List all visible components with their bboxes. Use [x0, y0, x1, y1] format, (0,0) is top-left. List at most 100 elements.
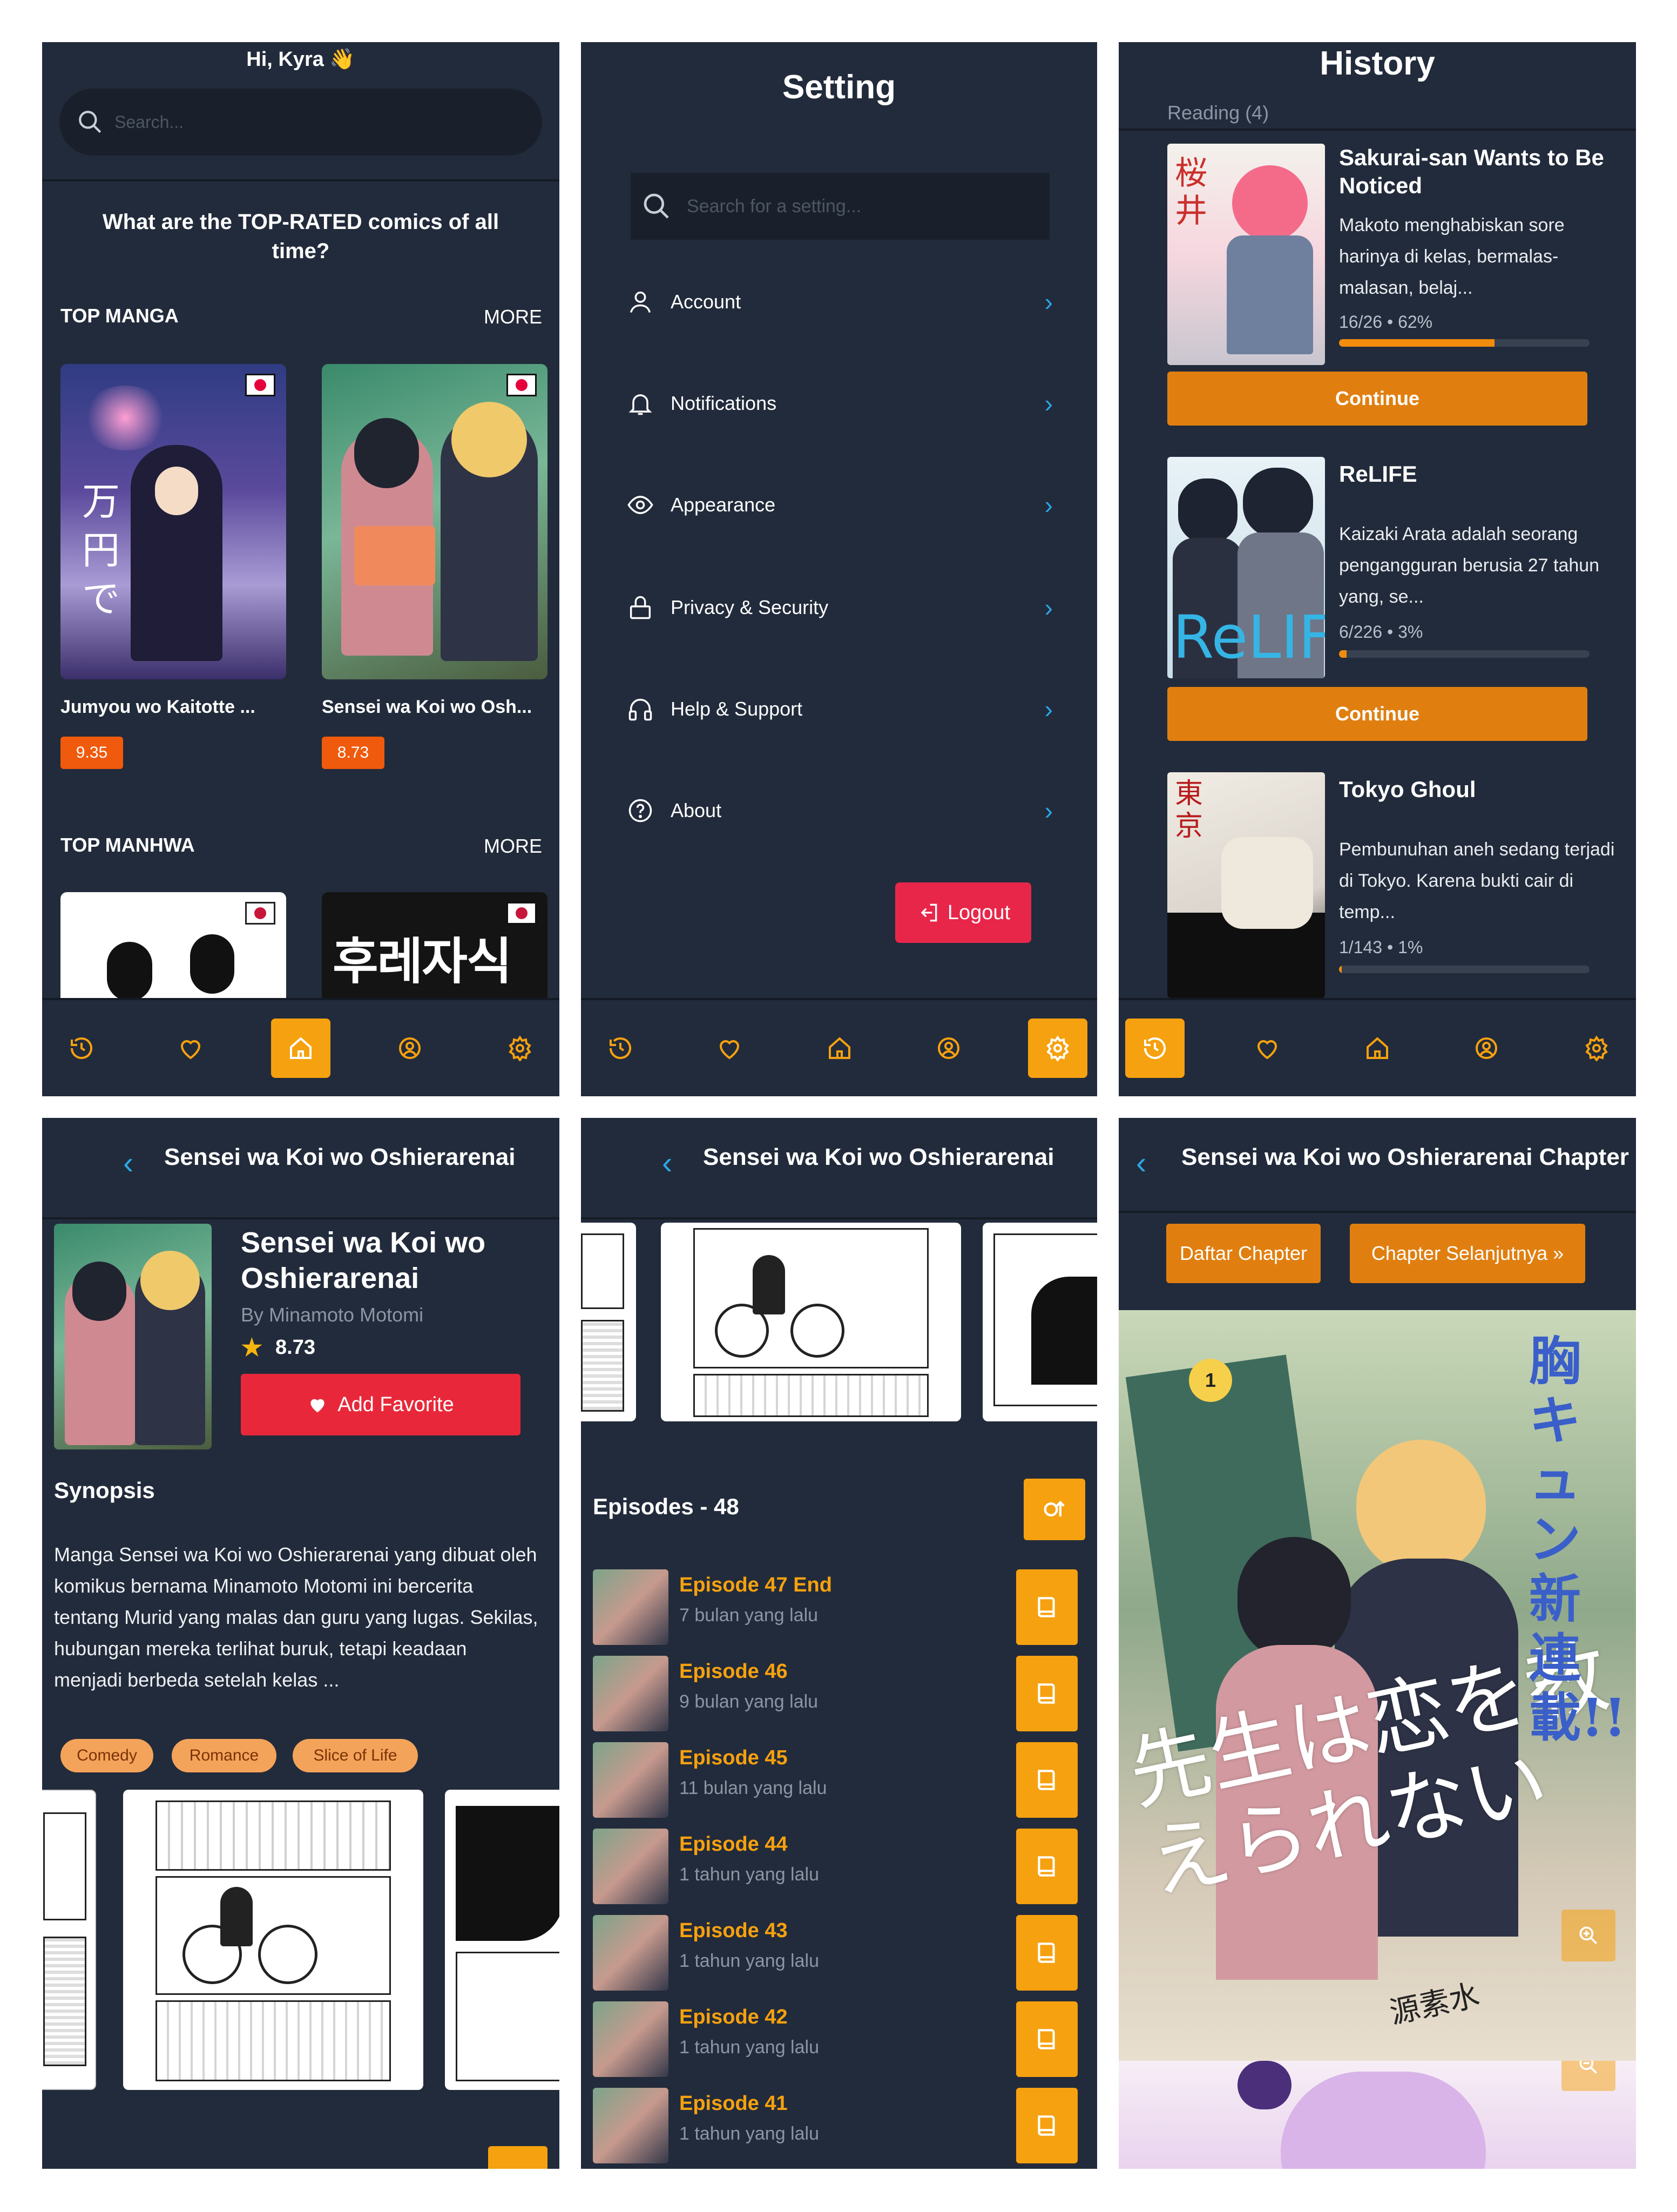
read-button[interactable]: [1016, 1742, 1078, 1818]
episode-row[interactable]: Episode 42 1 tahun yang lalu: [593, 2001, 1090, 2077]
read-button[interactable]: [1016, 1656, 1078, 1731]
read-button[interactable]: [1016, 2088, 1078, 2163]
zoom-out-button[interactable]: [1561, 2061, 1615, 2091]
detail-cover: [54, 1224, 212, 1449]
top-bar: ‹ Sensei wa Koi wo Oshierarenai: [581, 1118, 1097, 1219]
back-arrow-icon[interactable]: ‹: [662, 1145, 672, 1181]
progress-bar-3: [1339, 966, 1590, 973]
settings-search-input[interactable]: Search for a setting...: [687, 196, 861, 217]
episode-row[interactable]: Episode 45 11 bulan yang lalu: [593, 1742, 1090, 1818]
header-title: Sensei wa Koi wo Oshierarenai: [164, 1144, 516, 1170]
profile-icon[interactable]: [1457, 1019, 1516, 1078]
history-icon[interactable]: [591, 1019, 650, 1078]
genre-tag-comedy[interactable]: Comedy: [60, 1739, 153, 1772]
episode-row[interactable]: Episode 41 1 tahun yang lalu: [593, 2088, 1090, 2163]
settings-search[interactable]: Search for a setting...: [631, 173, 1050, 240]
history-icon[interactable]: [1125, 1019, 1185, 1078]
sort-button[interactable]: [1024, 1479, 1085, 1540]
headline: What are the TOP-RATED comics of all tim…: [102, 210, 499, 263]
manhwa-cover-text: 후레자식: [333, 933, 512, 990]
settings-screen: Setting Search for a setting... Account ›…: [581, 42, 1097, 1096]
zoom-in-button[interactable]: [1561, 1910, 1615, 1961]
chapter-list-button[interactable]: Daftar Chapter: [1166, 1224, 1321, 1283]
manga-title-1[interactable]: Jumyou wo Kaitotte ...: [60, 697, 286, 718]
profile-icon[interactable]: [380, 1019, 439, 1078]
user-icon: [630, 291, 651, 313]
setting-appearance[interactable]: Appearance ›: [626, 481, 1053, 529]
manga-cover-1[interactable]: 万円で: [60, 364, 286, 679]
read-button[interactable]: [1016, 1569, 1078, 1645]
heart-icon[interactable]: [700, 1019, 759, 1078]
preview-page-prev[interactable]: [581, 1223, 636, 1421]
home-icon[interactable]: [271, 1019, 330, 1078]
back-arrow-icon[interactable]: ‹: [123, 1145, 133, 1181]
preview-page-current[interactable]: [123, 1790, 423, 2090]
more-link-manhwa[interactable]: MORE: [484, 835, 542, 858]
history-desc-1: Makoto menghabiskan sore harinya di kela…: [1339, 215, 1565, 298]
search-icon: [79, 111, 102, 133]
chevron-right-icon: ›: [1044, 594, 1053, 622]
scroll-top-button[interactable]: [488, 2146, 547, 2169]
episode-thumbnail: [593, 1742, 668, 1818]
progress-bar-2: [1339, 650, 1590, 658]
manga-cover-2[interactable]: [322, 364, 547, 679]
chevron-right-icon: ›: [1044, 288, 1053, 316]
greeting: Hi, Kyra 👋: [246, 48, 355, 71]
preview-page-next[interactable]: [445, 1790, 559, 2090]
episode-row[interactable]: Episode 46 9 bulan yang lalu: [593, 1656, 1090, 1731]
read-button[interactable]: [1016, 2001, 1078, 2077]
heart-icon[interactable]: [161, 1019, 220, 1078]
page-title: Setting: [782, 69, 896, 106]
add-favorite-button[interactable]: Add Favorite: [241, 1374, 520, 1435]
profile-icon[interactable]: [919, 1019, 978, 1078]
episode-thumbnail: [593, 2001, 668, 2077]
gear-icon[interactable]: [1028, 1019, 1087, 1078]
genre-tag-romance[interactable]: Romance: [172, 1739, 276, 1772]
history-title-3[interactable]: Tokyo Ghoul: [1339, 775, 1620, 804]
book-icon: [1038, 1856, 1055, 1877]
header-title: Sensei wa Koi wo Oshierarenai: [703, 1144, 1054, 1170]
read-button[interactable]: [1016, 1829, 1078, 1904]
history-screen: History Reading (4) 桜井 Sakurai-san Wants…: [1119, 42, 1636, 1096]
manga-page-image[interactable]: 1 先生は恋を教えられない 胸キュン新連載!! 源素水: [1119, 1310, 1636, 2061]
preview-page-current[interactable]: [661, 1223, 961, 1421]
read-button[interactable]: [1016, 1915, 1078, 1991]
preview-page-prev[interactable]: [42, 1790, 96, 2090]
search-bar[interactable]: Search...: [59, 89, 542, 156]
setting-help-support[interactable]: Help & Support ›: [626, 685, 1053, 733]
chevron-right-icon: ›: [1044, 797, 1053, 825]
home-icon[interactable]: [810, 1019, 869, 1078]
setting-about[interactable]: About ›: [626, 786, 1053, 835]
setting-account[interactable]: Account ›: [626, 278, 1053, 326]
setting-privacy-security[interactable]: Privacy & Security ›: [626, 583, 1053, 632]
genre-tag-slice-of-life[interactable]: Slice of Life: [293, 1739, 418, 1772]
search-input[interactable]: Search...: [114, 112, 184, 132]
episode-row[interactable]: Episode 44 1 tahun yang lalu: [593, 1829, 1090, 1904]
manga-title-2[interactable]: Sensei wa Koi wo Osh...: [322, 697, 547, 718]
continue-button-2[interactable]: Continue: [1167, 687, 1587, 741]
next-chapter-button[interactable]: Chapter Selanjutnya »: [1350, 1224, 1585, 1283]
episode-row[interactable]: Episode 43 1 tahun yang lalu: [593, 1915, 1090, 1991]
history-cover-2[interactable]: ReLIFE: [1167, 457, 1325, 678]
history-desc-2: Kaizaki Arata adalah seorang penganggura…: [1339, 524, 1600, 607]
progress-bar-1: [1339, 339, 1590, 347]
history-cover-1[interactable]: 桜井: [1167, 144, 1325, 365]
history-title-2[interactable]: ReLIFE: [1339, 460, 1620, 488]
gear-icon[interactable]: [490, 1019, 550, 1078]
history-cover-3[interactable]: 東京: [1167, 772, 1325, 998]
back-arrow-icon[interactable]: ‹: [1136, 1145, 1146, 1181]
more-link-manga[interactable]: MORE: [484, 306, 542, 328]
episode-row[interactable]: Episode 47 End 7 bulan yang lalu: [593, 1569, 1090, 1645]
manga-page-image-next[interactable]: [1119, 2061, 1636, 2169]
page-title: History: [1320, 45, 1435, 82]
gear-icon[interactable]: [1567, 1019, 1626, 1078]
preview-page-next[interactable]: [983, 1223, 1097, 1421]
home-icon[interactable]: [1348, 1019, 1407, 1078]
history-icon[interactable]: [52, 1019, 111, 1078]
setting-notifications[interactable]: Notifications ›: [626, 379, 1053, 428]
synopsis-text: Manga Sensei wa Koi wo Oshierarenai yang…: [54, 1543, 538, 1691]
logout-button[interactable]: Logout: [895, 882, 1031, 943]
history-title-1[interactable]: Sakurai-san Wants to Be Noticed: [1339, 144, 1620, 200]
heart-icon[interactable]: [1238, 1019, 1297, 1078]
continue-button-1[interactable]: Continue: [1167, 372, 1587, 426]
